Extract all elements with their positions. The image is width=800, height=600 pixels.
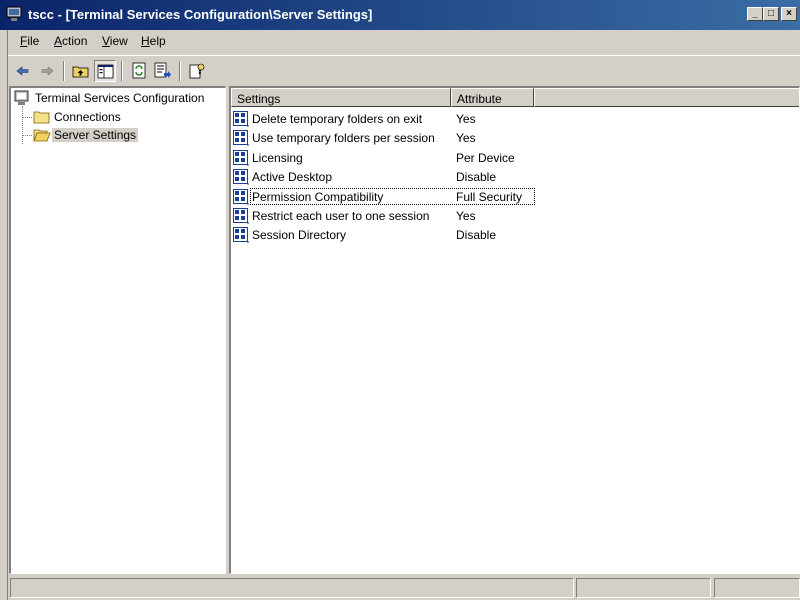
menu-view-mnemonic: V xyxy=(102,34,110,48)
toolbar-separator xyxy=(179,61,181,81)
list-item[interactable]: Session Directory Disable xyxy=(233,226,793,244)
close-button[interactable]: × xyxy=(781,7,797,21)
setting-attribute: Yes xyxy=(456,131,476,146)
menu-file-rest: ile xyxy=(27,34,40,48)
export-list-icon xyxy=(154,62,171,78)
menu-view[interactable]: View xyxy=(102,34,128,48)
menu-help[interactable]: Help xyxy=(141,34,166,48)
tree-item-label: Connections xyxy=(54,110,121,124)
setting-icon xyxy=(233,188,249,205)
menu-help-rest: elp xyxy=(149,34,166,48)
refresh-icon xyxy=(132,62,146,79)
folder-closed-icon xyxy=(33,111,50,124)
column-header-empty xyxy=(534,88,799,107)
console-tree[interactable]: Terminal Services Configuration Connecti… xyxy=(9,86,226,574)
column-header-settings[interactable]: Settings xyxy=(231,88,451,107)
tree-item-root[interactable]: Terminal Services Configuration xyxy=(13,90,223,106)
list-item[interactable]: Permission Compatibility Full Security xyxy=(233,187,793,206)
setting-attribute: Disable xyxy=(456,228,497,243)
window-left-edge xyxy=(0,30,8,600)
show-hide-tree-icon xyxy=(97,64,114,79)
setting-name: Restrict each user to one session xyxy=(252,209,430,223)
status-panel-2 xyxy=(576,578,711,598)
list-item[interactable]: Use temporary folders per session Yes xyxy=(233,129,793,147)
menu-action-rest: ction xyxy=(62,34,88,48)
column-header-attribute[interactable]: Attribute xyxy=(451,88,534,107)
minimize-button[interactable]: _ xyxy=(747,7,763,21)
setting-name: Delete temporary folders on exit xyxy=(252,112,423,126)
back-button[interactable] xyxy=(12,60,34,82)
help-icon: ? xyxy=(189,63,205,79)
help-button[interactable]: ? xyxy=(186,60,208,82)
list-item[interactable]: Active Desktop Disable xyxy=(233,168,793,186)
forward-icon xyxy=(41,66,54,76)
status-panel-3 xyxy=(714,578,800,598)
setting-icon xyxy=(233,169,249,185)
settings-list[interactable]: Settings Attribute Delete temporary fold… xyxy=(229,86,800,574)
terminal-services-icon xyxy=(14,90,29,105)
back-icon xyxy=(16,66,29,76)
setting-icon xyxy=(233,149,249,166)
title-bar[interactable]: tscc - [Terminal Services Configuration\… xyxy=(0,0,800,30)
tree-item-label: Server Settings xyxy=(52,128,139,142)
window-title: tscc - [Terminal Services Configuration\… xyxy=(28,7,373,22)
setting-attribute: Per Device xyxy=(456,150,515,165)
setting-icon xyxy=(233,130,249,146)
tree-connector xyxy=(22,106,23,144)
forward-button[interactable] xyxy=(36,60,58,82)
toolbar-separator xyxy=(63,61,65,81)
setting-name: Active Desktop xyxy=(252,170,333,185)
tscc-app-icon xyxy=(6,6,22,21)
setting-attribute: Yes xyxy=(456,112,476,126)
list-item[interactable]: Licensing Per Device xyxy=(233,149,793,167)
tree-item-connections[interactable]: Connections xyxy=(31,109,221,125)
export-list-button[interactable] xyxy=(152,60,174,82)
menu-help-mnemonic: H xyxy=(141,34,150,48)
menu-view-rest: iew xyxy=(109,34,128,48)
folder-open-icon xyxy=(33,129,51,142)
menu-file[interactable]: File xyxy=(20,34,39,48)
up-folder-icon xyxy=(72,66,89,78)
setting-name: Permission Compatibility xyxy=(252,189,384,204)
setting-attribute: Full Security xyxy=(456,189,523,204)
setting-name: Licensing xyxy=(252,150,303,165)
setting-attribute: Disable xyxy=(456,170,497,185)
toolbar: ? xyxy=(8,55,800,84)
list-item[interactable]: Delete temporary folders on exit Yes xyxy=(233,110,793,128)
setting-name: Session Directory xyxy=(252,228,347,243)
maximize-button[interactable]: □ xyxy=(763,7,779,21)
tree-item-label: Terminal Services Configuration xyxy=(35,91,205,105)
menu-action-mnemonic: A xyxy=(54,34,63,48)
refresh-button[interactable] xyxy=(128,60,150,82)
menu-action[interactable]: Action xyxy=(54,34,87,48)
list-item[interactable]: Restrict each user to one session Yes xyxy=(233,207,793,225)
show-hide-console-tree-button[interactable] xyxy=(94,60,116,82)
up-one-level-button[interactable] xyxy=(70,60,92,82)
setting-attribute: Yes xyxy=(456,209,476,223)
status-bar xyxy=(8,577,800,600)
setting-name: Use temporary folders per session xyxy=(252,131,435,146)
setting-icon xyxy=(233,111,249,127)
toolbar-separator xyxy=(121,61,123,81)
tree-item-server-settings[interactable]: Server Settings xyxy=(31,127,221,143)
menu-bar: File Action View Help xyxy=(8,30,800,52)
setting-icon xyxy=(233,227,249,243)
setting-icon xyxy=(233,208,249,224)
status-panel-main xyxy=(10,578,574,598)
